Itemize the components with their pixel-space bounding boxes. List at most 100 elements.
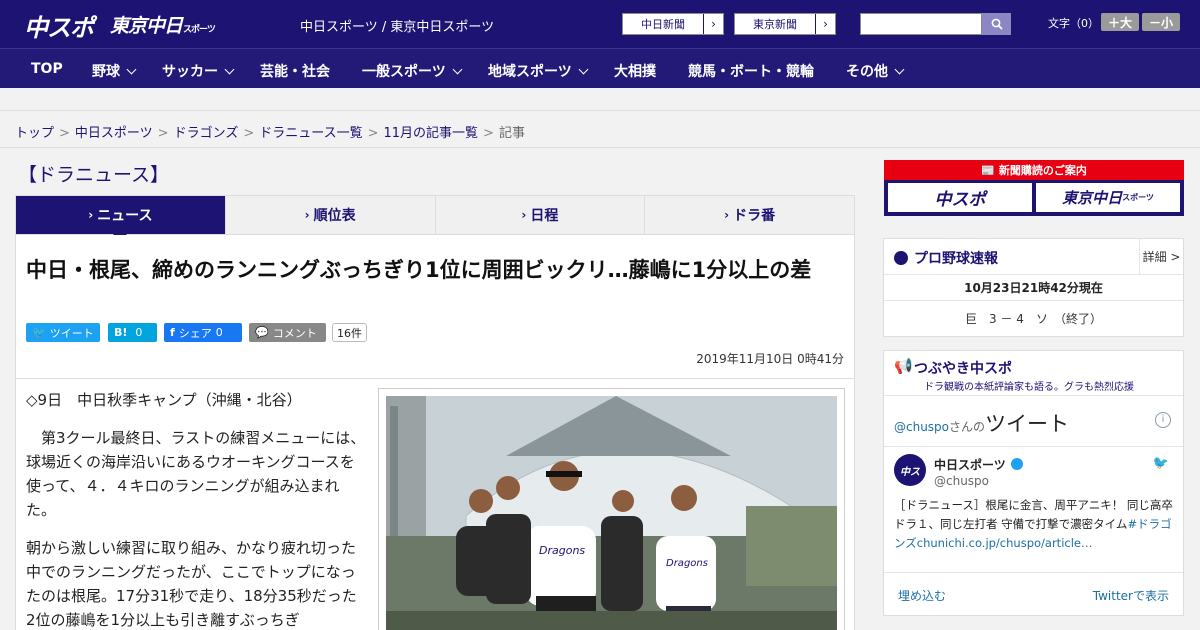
divider: [884, 446, 1183, 447]
twitter-bird-icon[interactable]: 🐦: [1153, 456, 1169, 471]
photo-illustration: Dragons Dragons: [386, 396, 837, 630]
nav-label: 大相撲: [614, 64, 656, 80]
game-result-row[interactable]: 巨 3 － 4 ソ （終了）: [884, 301, 1183, 337]
tokyo-shimbun-label: 東京新聞: [753, 18, 797, 31]
nav-general-sports[interactable]: 一般スポーツ: [362, 61, 463, 81]
score-details-link[interactable]: 詳細 >: [1139, 239, 1183, 274]
article-headline: 中日・根尾、締めのランニングぶっちぎり1位に周囲ビックリ…藤嶋に1分以上の差: [26, 258, 812, 282]
tweet-account-name[interactable]: 中日スポーツ: [934, 456, 1023, 473]
tweet-account-handle[interactable]: @chuspo: [934, 474, 989, 488]
facebook-share-button[interactable]: f シェア 0: [164, 323, 242, 342]
breadcrumb-link[interactable]: ドラニュース一覧: [259, 126, 362, 141]
timeline-san: さんの: [949, 420, 986, 434]
info-icon[interactable]: i: [1155, 412, 1171, 428]
tokyo-chunichi-subscribe-logo[interactable]: 東京中日 スポーツ: [1036, 183, 1180, 212]
tab-label: 順位表: [313, 208, 356, 224]
chevron-down-icon: [578, 64, 589, 75]
chevron-right-icon: ›: [815, 14, 835, 34]
breadcrumb-bar: トップ > 中日スポーツ > ドラゴンズ > ドラニュース一覧 >11月の記事一覧 > 記事: [0, 110, 1200, 148]
photo-image: Dragons Dragons: [386, 396, 837, 630]
chevron-right-icon: ›: [521, 208, 527, 222]
nav-top[interactable]: TOP: [31, 61, 63, 77]
baseball-icon: [894, 251, 908, 265]
svg-text:Dragons: Dragons: [666, 558, 708, 569]
divider: [884, 572, 1183, 573]
hatena-icon: B!: [114, 326, 128, 339]
tweet-link[interactable]: chunichi.co.jp/chuspo/article…: [917, 536, 1093, 550]
avatar[interactable]: 中ス: [894, 454, 926, 486]
timeline-handle-link[interactable]: @chuspo: [894, 420, 949, 434]
nav-baseball[interactable]: 野球: [92, 61, 137, 81]
nav-other[interactable]: その他: [846, 61, 905, 81]
breadcrumb-link[interactable]: ドラゴンズ: [174, 126, 239, 141]
pro-baseball-score-box: プロ野球速報 詳細 > 10月23日21時42分現在 巨 3 － 4 ソ （終了…: [883, 238, 1184, 337]
breadcrumb-separator: >: [157, 126, 169, 141]
article-date: 2019年11月10日 0時41分: [696, 352, 844, 366]
tab-dora-ban[interactable]: › ドラ番: [645, 196, 854, 234]
nav-label: 地域スポーツ: [488, 64, 572, 80]
tweet-button[interactable]: 🐦 ツイート: [26, 323, 100, 342]
font-larger-button[interactable]: ＋大: [1101, 13, 1139, 31]
breadcrumb-link[interactable]: 中日スポーツ: [75, 126, 153, 141]
timeline-header: @chuspoさんのツイート: [894, 408, 1069, 438]
breadcrumb-link[interactable]: トップ: [15, 126, 54, 141]
chuspo-subscribe-logo[interactable]: 中スポ: [888, 183, 1032, 212]
tab-label: ニュース: [97, 208, 153, 224]
embed-link[interactable]: 埋め込む: [898, 587, 946, 604]
megaphone-icon: 📢: [894, 357, 913, 375]
hatena-bookmark-button[interactable]: B! 0: [108, 323, 157, 342]
tokyo-shimbun-link[interactable]: 東京新聞 ›: [734, 13, 836, 35]
subscription-banner[interactable]: 📰 新聞購読のご案内 中スポ 東京中日 スポーツ: [884, 160, 1184, 216]
comment-count[interactable]: 16件: [332, 323, 367, 342]
nav-keiba-boat-keirin[interactable]: 競馬・ボート・競輪: [688, 61, 814, 81]
subscription-banner-header: 📰 新聞購読のご案内: [884, 160, 1184, 180]
score-box-title-text: プロ野球速報: [914, 251, 998, 267]
score-box-title: プロ野球速報: [894, 248, 998, 268]
font-smaller-button[interactable]: －小: [1142, 13, 1180, 31]
tab-label: 日程: [530, 208, 559, 224]
tweets-box-title: つぶやき中スポ: [914, 361, 1012, 377]
nav-sumo[interactable]: 大相撲: [614, 61, 656, 81]
section-title: 【ドラニュース】: [18, 164, 170, 186]
nav-label: 競馬・ボート・競輪: [688, 64, 814, 80]
search-button[interactable]: [982, 13, 1011, 35]
chevron-right-icon: ›: [703, 14, 723, 34]
tokyo-chunichi-logo[interactable]: 東京中日スポーツ: [110, 11, 216, 38]
chuspo-logo[interactable]: 中スポ: [24, 8, 94, 43]
tweet-text: ［ドラニュース］根尾に金言、周平アニキ！ 同じ高卒ドラ１、同じ左打者 守備で打撃…: [894, 496, 1176, 553]
tab-schedule[interactable]: › 日程: [436, 196, 646, 234]
timeline-tweet-word: ツイート: [985, 412, 1070, 436]
nav-label: その他: [846, 64, 888, 80]
section-tabs: › ニュース › 順位表 › 日程 › ドラ番: [15, 195, 855, 241]
site-title: 中日スポーツ / 東京中日スポーツ: [300, 20, 495, 35]
chevron-right-icon: ›: [88, 208, 94, 222]
nav-label: 野球: [92, 64, 120, 80]
nav-soccer[interactable]: サッカー: [162, 61, 235, 81]
search-input[interactable]: [860, 13, 982, 35]
comment-button[interactable]: 💬 コメント: [249, 323, 326, 342]
chevron-down-icon: [894, 64, 905, 75]
chevron-down-icon: [126, 64, 137, 75]
nav-local-sports[interactable]: 地域スポーツ: [488, 61, 589, 81]
chunichi-shimbun-label: 中日新聞: [641, 18, 685, 31]
hatena-count: 0: [135, 326, 143, 339]
chunichi-shimbun-link[interactable]: 中日新聞 ›: [622, 13, 724, 35]
facebook-icon: f: [170, 326, 175, 339]
view-on-twitter-link[interactable]: Twitterで表示: [1093, 587, 1169, 604]
svg-text:Dragons: Dragons: [539, 544, 585, 557]
chevron-right-icon: ›: [304, 208, 310, 222]
breadcrumb-separator: >: [243, 126, 255, 141]
score-box-header: プロ野球速報 詳細 >: [884, 239, 1183, 275]
article: 中日・根尾、締めのランニングぶっちぎり1位に周囲ビックリ…藤嶋に1分以上の差 🐦…: [15, 235, 855, 630]
breadcrumb-link[interactable]: 11月の記事一覧: [384, 126, 479, 141]
site-header: 中スポ 東京中日スポーツ 中日スポーツ / 東京中日スポーツ 中日新聞 › 東京新…: [0, 0, 1200, 48]
tab-news[interactable]: › ニュース: [16, 196, 226, 241]
nav-entertainment[interactable]: 芸能・社会: [260, 61, 330, 81]
chevron-down-icon: [452, 64, 463, 75]
breadcrumb: トップ > 中日スポーツ > ドラゴンズ > ドラニュース一覧 >11月の記事一覧 > 記事: [15, 122, 525, 141]
tweets-box-subtitle: ドラ観戦の本紙評論家も語る。グラも熱烈応援: [924, 382, 1134, 393]
font-size-label: 文字（0）: [1048, 17, 1099, 30]
tab-standings[interactable]: › 順位表: [226, 196, 436, 234]
breadcrumb-separator: >: [367, 126, 379, 141]
article-photo[interactable]: Dragons Dragons: [378, 388, 845, 630]
